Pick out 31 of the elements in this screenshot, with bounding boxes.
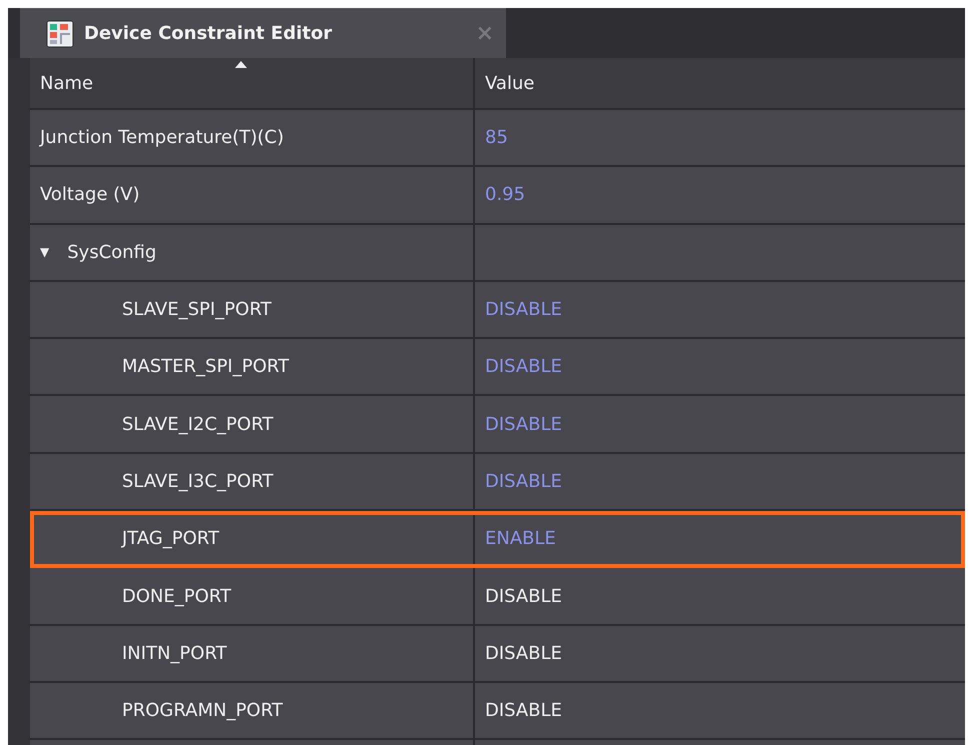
table-row[interactable]: DONE_PORT DISABLE bbox=[30, 568, 965, 626]
table-row[interactable]: SLAVE_SPI_PORT DISABLE bbox=[30, 282, 965, 340]
property-name: SLAVE_I2C_PORT bbox=[122, 412, 274, 437]
table-row[interactable]: Voltage (V) 0.95 bbox=[30, 167, 965, 225]
property-name: SLAVE_SPI_PORT bbox=[122, 298, 272, 322]
column-header[interactable]: Value bbox=[485, 70, 534, 96]
property-name: JTAG_PORT bbox=[122, 527, 220, 552]
table-row[interactable]: SLAVE_I3C_PORT DISABLE bbox=[30, 454, 965, 512]
tab-title: Device Constraint Editor bbox=[84, 22, 333, 46]
property-name: DONE_PORT bbox=[122, 584, 232, 609]
property-name: PROGRAMN_PORT bbox=[122, 699, 283, 724]
property-name: Junction Temperature(T)(C) bbox=[40, 126, 284, 150]
table-row[interactable]: INITN_PORT DISABLE bbox=[30, 626, 965, 683]
property-value[interactable]: DISABLE bbox=[485, 640, 562, 667]
property-name: Voltage (V) bbox=[40, 183, 140, 208]
property-name: MASTER_SPI_PORT bbox=[122, 355, 289, 380]
table-row[interactable]: SLAVE_I2C_PORT DISABLE bbox=[30, 396, 965, 454]
editor-icon bbox=[46, 20, 74, 48]
table-row[interactable]: PROGRAMN_PORT DISABLE bbox=[30, 682, 965, 740]
column-header[interactable]: Name bbox=[40, 70, 94, 96]
property-name: SLAVE_I3C_PORT bbox=[122, 470, 274, 494]
property-value[interactable]: DISABLE bbox=[485, 697, 562, 724]
table-row[interactable]: Junction Temperature(T)(C) 85 bbox=[30, 110, 965, 168]
property-value[interactable]: DISABLE bbox=[485, 582, 562, 610]
table-row[interactable]: ▼ SysConfig bbox=[30, 224, 965, 282]
property-name: INITN_PORT bbox=[122, 642, 227, 666]
table-row[interactable]: JTAG_PORT ENABLE bbox=[30, 511, 965, 568]
editor-tab[interactable]: Device Constraint Editor × bbox=[20, 8, 506, 58]
group-name: SysConfig bbox=[67, 240, 156, 265]
table-row[interactable]: MASTER_SPI_PORT DISABLE bbox=[30, 339, 965, 396]
expand-toggle[interactable]: ▼ bbox=[40, 243, 50, 262]
